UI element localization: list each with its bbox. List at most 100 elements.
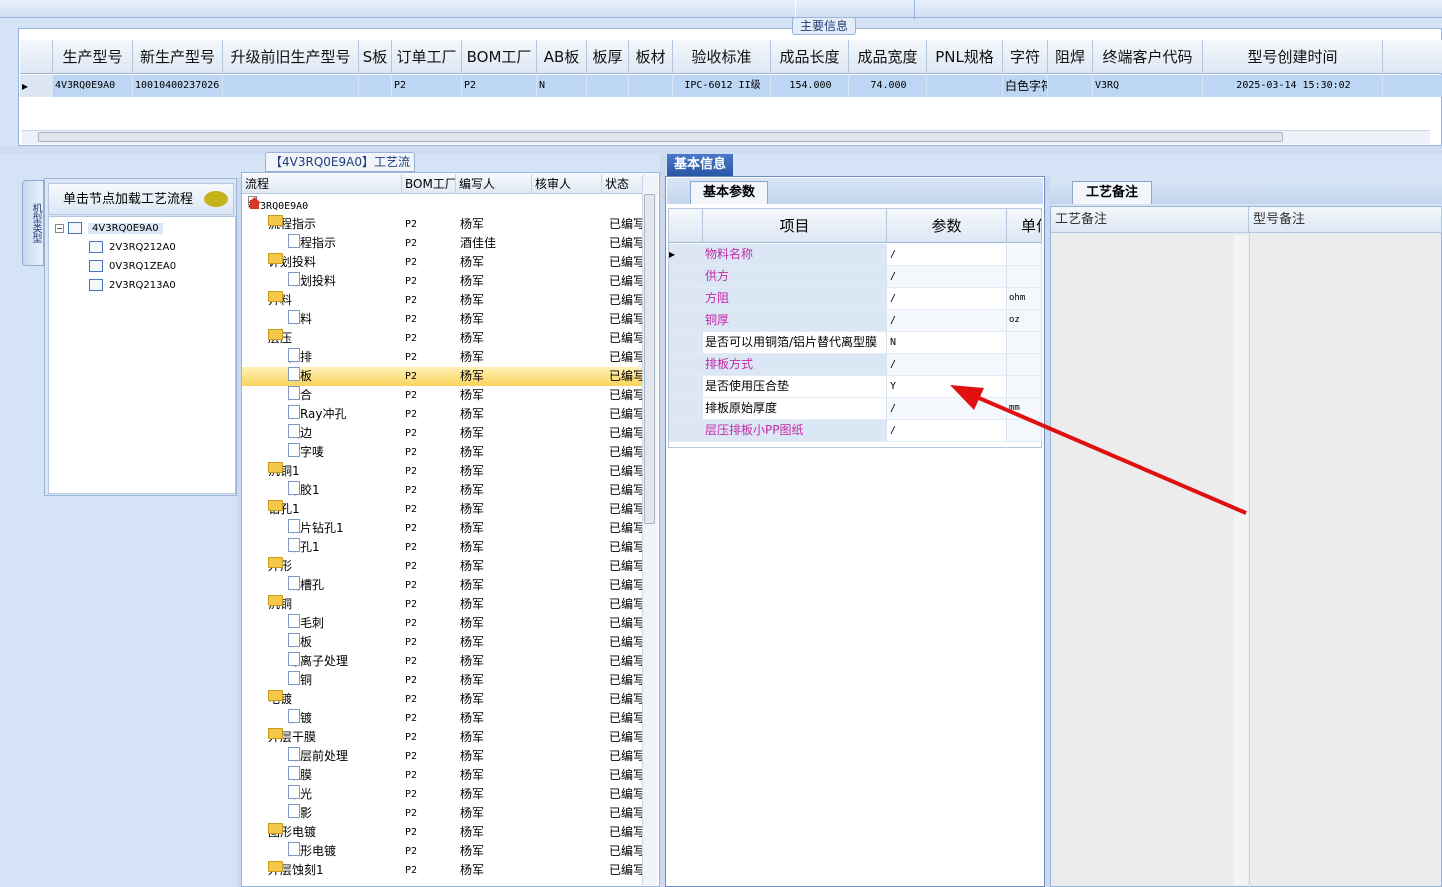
remarks-col-process[interactable]: 工艺备注	[1051, 207, 1249, 233]
grid-col-header[interactable]: S板	[359, 40, 392, 74]
tab-process-remarks[interactable]: 工艺备注	[1072, 181, 1152, 204]
grid-col-header[interactable]: 升级前旧生产型号	[223, 40, 359, 74]
grid-col-header[interactable]: 型号创建时间	[1203, 40, 1383, 74]
process-row[interactable]: 压合 P2 杨军 已编写	[242, 386, 642, 405]
process-col-header[interactable]: 状态	[602, 174, 644, 194]
process-bom-cell: P2	[405, 599, 418, 610]
grid-col-header[interactable]: BOM工厂	[462, 40, 537, 74]
param-row[interactable]: ▸ 物料名称 /	[669, 244, 1042, 266]
process-row[interactable]: −开料 P2 杨军 已编写	[242, 291, 642, 310]
grid-col-header[interactable]: 新生产型号	[133, 40, 223, 74]
grid-col-header[interactable]: 成品长度	[771, 40, 849, 74]
process-col-header[interactable]: 核审人	[532, 174, 602, 194]
main-grid-row[interactable]: ▸ 4V3RQ0E9A0 10010400237026 P2 P2 N IPC-6012 I…	[20, 75, 1442, 97]
process-row[interactable]: 铣槽孔 P2 杨军 已编写	[242, 576, 642, 595]
process-row[interactable]: −4V3RQ0E9A0	[242, 196, 642, 215]
process-row[interactable]: 预排 P2 杨军 已编写	[242, 348, 642, 367]
remarks-vscrollbar[interactable]	[1234, 235, 1248, 885]
process-row[interactable]: 开料 P2 杨军 已编写	[242, 310, 642, 329]
process-row[interactable]: −层压 P2 杨军 已编写	[242, 329, 642, 348]
param-value[interactable]: /	[887, 266, 1007, 287]
process-row[interactable]: −沉铜 P2 杨军 已编写	[242, 595, 642, 614]
process-row[interactable]: 图形电镀 P2 杨军 已编写	[242, 842, 642, 861]
tab-basic-info[interactable]: 基本信息	[667, 154, 733, 176]
process-row[interactable]: 板镀 P2 杨军 已编写	[242, 709, 642, 728]
process-row[interactable]: X-Ray冲孔 P2 杨军 已编写	[242, 405, 642, 424]
process-row[interactable]: 曝光 P2 杨军 已编写	[242, 785, 642, 804]
process-row[interactable]: 外层前处理 P2 杨军 已编写	[242, 747, 642, 766]
process-row[interactable]: 烘板 P2 杨军 已编写	[242, 633, 642, 652]
process-col-header[interactable]: 流程	[242, 174, 402, 194]
process-row[interactable]: 沉铜 P2 杨军 已编写	[242, 671, 642, 690]
tree-collapse-icon[interactable]: −	[55, 223, 64, 233]
param-value[interactable]: /	[887, 354, 1007, 375]
process-row[interactable]: −电镀 P2 杨军 已编写	[242, 690, 642, 709]
process-col-header[interactable]: 编写人	[456, 174, 532, 194]
process-row[interactable]: 铝片钻孔1 P2 杨军 已编写	[242, 519, 642, 538]
process-row[interactable]: −外层干膜 P2 杨军 已编写	[242, 728, 642, 747]
process-row[interactable]: 除胶1 P2 杨军 已编写	[242, 481, 642, 500]
grid-col-header[interactable]: 板厚	[587, 40, 629, 74]
param-value[interactable]: /	[887, 310, 1007, 331]
horizontal-splitter[interactable]	[0, 146, 1442, 154]
param-value[interactable]: /	[887, 288, 1007, 309]
grid-col-header[interactable]: 验收标准	[673, 40, 771, 74]
grid-col-header[interactable]: AB板	[537, 40, 587, 74]
params-col-item[interactable]: 项目	[703, 209, 887, 243]
grid-col-header[interactable]: 生产型号	[53, 40, 133, 74]
param-row[interactable]: 方阻 / ohm	[669, 288, 1042, 310]
process-row[interactable]: 去毛刺 P2 杨军 已编写	[242, 614, 642, 633]
process-row[interactable]: 计划投料 P2 杨军 已编写	[242, 272, 642, 291]
param-value[interactable]: /	[887, 420, 1007, 441]
process-row[interactable]: 流程指示 P2 酒佳佳 已编写	[242, 234, 642, 253]
param-value[interactable]: Y	[887, 376, 1007, 397]
param-row[interactable]: 是否可以用铜箔/铝片替代离型膜 N	[669, 332, 1042, 354]
remarks-col-model[interactable]: 型号备注	[1249, 207, 1442, 233]
process-row[interactable]: 显影 P2 杨军 已编写	[242, 804, 642, 823]
process-row[interactable]: 钻孔1 P2 杨军 已编写	[242, 538, 642, 557]
process-row[interactable]: −外层蚀刻1 P2 杨军 已编写	[242, 861, 642, 880]
param-row[interactable]: 排板原始厚度 / mm	[669, 398, 1042, 420]
param-row[interactable]: 铜厚 / oz	[669, 310, 1042, 332]
process-name-cell: 开料	[288, 310, 312, 329]
param-row[interactable]: 供方 /	[669, 266, 1042, 288]
grid-col-header[interactable]: PNL规格	[927, 40, 1003, 74]
process-row[interactable]: −钻孔1 P2 杨军 已编写	[242, 500, 642, 519]
grid-col-header[interactable]: 订单工厂	[392, 40, 462, 74]
process-row[interactable]: −计划投料 P2 杨军 已编写	[242, 253, 642, 272]
grid-col-header[interactable]: 阻焊	[1048, 40, 1093, 74]
grid-col-header[interactable]: 字符	[1003, 40, 1048, 74]
side-tab[interactable]: 机型类型	[22, 180, 44, 266]
model-tree-item[interactable]: 2V3RQ212A0	[89, 238, 176, 257]
tab-basic-params[interactable]: 基本参数	[690, 181, 768, 204]
process-row[interactable]: −沉铜1 P2 杨军 已编写	[242, 462, 642, 481]
param-row[interactable]: 是否使用压合垫 Y	[669, 376, 1042, 398]
params-col-unit[interactable]: 单位	[1007, 209, 1042, 243]
process-col-header[interactable]: BOM工厂	[402, 174, 456, 194]
model-tree-item[interactable]: 2V3RQ213A0	[89, 276, 176, 295]
process-row[interactable]: 等离子处理 P2 杨军 已编写	[242, 652, 642, 671]
process-row[interactable]: 贴膜 P2 杨军 已编写	[242, 766, 642, 785]
main-grid-hscroll-thumb[interactable]	[38, 132, 1283, 142]
process-row[interactable]: −图形电镀 P2 杨军 已编写	[242, 823, 642, 842]
grid-col-header[interactable]: 成品宽度	[849, 40, 927, 74]
process-status-cell: 已编写	[609, 350, 642, 364]
param-row[interactable]: 排板方式 /	[669, 354, 1042, 376]
process-vscroll-thumb[interactable]	[644, 194, 655, 524]
model-tree-item[interactable]: − 4V3RQ0E9A0	[55, 219, 163, 238]
param-value[interactable]: /	[887, 398, 1007, 419]
grid-col-header[interactable]: 终端客户代码	[1093, 40, 1203, 74]
params-col-value[interactable]: 参数	[887, 209, 1007, 243]
process-row[interactable]: 排板 P2 杨军 已编写	[242, 367, 642, 386]
param-value[interactable]: /	[887, 244, 1007, 265]
process-name-cell: −外层干膜	[268, 728, 316, 747]
process-row[interactable]: −外形 P2 杨军 已编写	[242, 557, 642, 576]
grid-cell: 154.000	[771, 75, 849, 97]
grid-col-header[interactable]: 板材	[629, 40, 673, 74]
process-row[interactable]: 打字唛 P2 杨军 已编写	[242, 443, 642, 462]
process-row[interactable]: 铣边 P2 杨军 已编写	[242, 424, 642, 443]
process-row[interactable]: −流程指示 P2 杨军 已编写	[242, 215, 642, 234]
model-tree-item[interactable]: 0V3RQ1ZEA0	[89, 257, 176, 276]
param-value[interactable]: N	[887, 332, 1007, 353]
param-row[interactable]: 层压排板小PP图纸 /	[669, 420, 1042, 442]
